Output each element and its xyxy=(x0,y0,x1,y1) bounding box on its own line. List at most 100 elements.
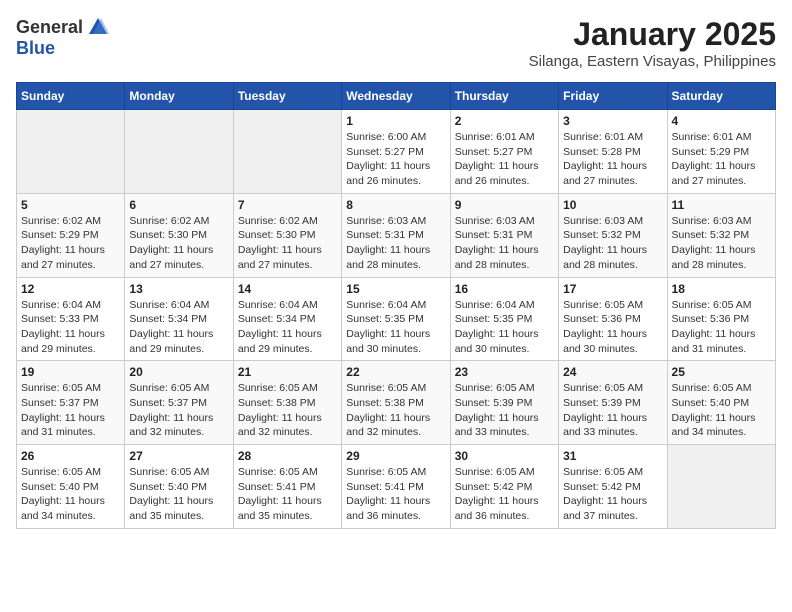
day-number: 8 xyxy=(346,198,445,212)
day-info: Sunrise: 6:04 AMSunset: 5:34 PMDaylight:… xyxy=(238,298,337,357)
weekday-header: Saturday xyxy=(667,83,775,110)
calendar-cell: 21 Sunrise: 6:05 AMSunset: 5:38 PMDayligh… xyxy=(233,361,341,445)
day-info: Sunrise: 6:01 AMSunset: 5:28 PMDaylight:… xyxy=(563,130,662,189)
calendar-cell: 1Sunrise: 6:00 AMSunset: 5:27 PMDaylight… xyxy=(342,110,450,194)
page-header: General Blue January 2025 Silanga, Easte… xyxy=(16,16,776,70)
day-info: Sunrise: 6:05 AMSunset: 5:41 PMDaylight:… xyxy=(238,465,337,524)
day-number: 16 xyxy=(455,282,554,296)
calendar-week-row: 19 Sunrise: 6:05 AMSunset: 5:37 PMDayligh… xyxy=(17,361,776,445)
day-number: 19 xyxy=(21,365,120,379)
day-info: Sunrise: 6:05 AMSunset: 5:37 PMDaylight:… xyxy=(21,381,120,440)
day-number: 2 xyxy=(455,114,554,128)
day-number: 17 xyxy=(563,282,662,296)
day-number: 30 xyxy=(455,449,554,463)
day-number: 18 xyxy=(672,282,771,296)
day-number: 11 xyxy=(672,198,771,212)
day-number: 4 xyxy=(672,114,771,128)
calendar-week-row: 5Sunrise: 6:02 AMSunset: 5:29 PMDaylight… xyxy=(17,193,776,277)
day-number: 31 xyxy=(563,449,662,463)
calendar-week-row: 1Sunrise: 6:00 AMSunset: 5:27 PMDaylight… xyxy=(17,110,776,194)
calendar-week-row: 26 Sunrise: 6:05 AMSunset: 5:40 PMDayligh… xyxy=(17,445,776,529)
day-number: 6 xyxy=(129,198,228,212)
day-number: 21 xyxy=(238,365,337,379)
calendar-cell: 8 Sunrise: 6:03 AMSunset: 5:31 PMDaylight… xyxy=(342,193,450,277)
day-info: Sunrise: 6:04 AMSunset: 5:34 PMDaylight:… xyxy=(129,298,228,357)
calendar-cell: 23Sunrise: 6:05 AMSunset: 5:39 PMDayligh… xyxy=(450,361,558,445)
day-number: 22 xyxy=(346,365,445,379)
calendar-cell xyxy=(17,110,125,194)
calendar-cell: 28 Sunrise: 6:05 AMSunset: 5:41 PMDayligh… xyxy=(233,445,341,529)
month-title: January 2025 xyxy=(529,16,776,53)
day-number: 7 xyxy=(238,198,337,212)
weekday-header: Tuesday xyxy=(233,83,341,110)
day-info: Sunrise: 6:01 AMSunset: 5:27 PMDaylight:… xyxy=(455,130,554,189)
calendar-cell: 20Sunrise: 6:05 AMSunset: 5:37 PMDayligh… xyxy=(125,361,233,445)
day-number: 12 xyxy=(21,282,120,296)
day-number: 3 xyxy=(563,114,662,128)
day-info: Sunrise: 6:05 AMSunset: 5:36 PMDaylight:… xyxy=(563,298,662,357)
calendar-cell: 14 Sunrise: 6:04 AMSunset: 5:34 PMDayligh… xyxy=(233,277,341,361)
calendar-cell xyxy=(233,110,341,194)
day-info: Sunrise: 6:04 AMSunset: 5:33 PMDaylight:… xyxy=(21,298,120,357)
day-info: Sunrise: 6:05 AMSunset: 5:42 PMDaylight:… xyxy=(455,465,554,524)
day-number: 26 xyxy=(21,449,120,463)
day-number: 13 xyxy=(129,282,228,296)
day-info: Sunrise: 6:00 AMSunset: 5:27 PMDaylight:… xyxy=(346,130,445,189)
weekday-header: Sunday xyxy=(17,83,125,110)
day-info: Sunrise: 6:05 AMSunset: 5:38 PMDaylight:… xyxy=(346,381,445,440)
calendar-cell: 7 Sunrise: 6:02 AMSunset: 5:30 PMDaylight… xyxy=(233,193,341,277)
calendar-week-row: 12 Sunrise: 6:04 AMSunset: 5:33 PMDayligh… xyxy=(17,277,776,361)
day-number: 29 xyxy=(346,449,445,463)
day-info: Sunrise: 6:02 AMSunset: 5:30 PMDaylight:… xyxy=(129,214,228,273)
day-info: Sunrise: 6:05 AMSunset: 5:40 PMDaylight:… xyxy=(129,465,228,524)
calendar-cell: 4 Sunrise: 6:01 AMSunset: 5:29 PMDaylight… xyxy=(667,110,775,194)
logo-icon xyxy=(87,16,109,38)
day-info: Sunrise: 6:05 AMSunset: 5:38 PMDaylight:… xyxy=(238,381,337,440)
weekday-header: Thursday xyxy=(450,83,558,110)
calendar-cell: 9 Sunrise: 6:03 AMSunset: 5:31 PMDaylight… xyxy=(450,193,558,277)
location-title: Silanga, Eastern Visayas, Philippines xyxy=(529,53,776,70)
day-info: Sunrise: 6:04 AMSunset: 5:35 PMDaylight:… xyxy=(346,298,445,357)
day-info: Sunrise: 6:05 AMSunset: 5:36 PMDaylight:… xyxy=(672,298,771,357)
calendar-cell: 17 Sunrise: 6:05 AMSunset: 5:36 PMDayligh… xyxy=(559,277,667,361)
day-number: 15 xyxy=(346,282,445,296)
title-section: January 2025 Silanga, Eastern Visayas, P… xyxy=(529,16,776,70)
day-info: Sunrise: 6:02 AMSunset: 5:30 PMDaylight:… xyxy=(238,214,337,273)
calendar-cell: 10 Sunrise: 6:03 AMSunset: 5:32 PMDayligh… xyxy=(559,193,667,277)
day-number: 24 xyxy=(563,365,662,379)
day-info: Sunrise: 6:05 AMSunset: 5:39 PMDaylight:… xyxy=(563,381,662,440)
day-number: 14 xyxy=(238,282,337,296)
day-info: Sunrise: 6:03 AMSunset: 5:31 PMDaylight:… xyxy=(455,214,554,273)
day-info: Sunrise: 6:03 AMSunset: 5:32 PMDaylight:… xyxy=(563,214,662,273)
day-number: 10 xyxy=(563,198,662,212)
day-info: Sunrise: 6:01 AMSunset: 5:29 PMDaylight:… xyxy=(672,130,771,189)
day-info: Sunrise: 6:05 AMSunset: 5:41 PMDaylight:… xyxy=(346,465,445,524)
calendar-cell: 11Sunrise: 6:03 AMSunset: 5:32 PMDayligh… xyxy=(667,193,775,277)
day-info: Sunrise: 6:05 AMSunset: 5:42 PMDaylight:… xyxy=(563,465,662,524)
calendar-cell: 12 Sunrise: 6:04 AMSunset: 5:33 PMDayligh… xyxy=(17,277,125,361)
day-info: Sunrise: 6:05 AMSunset: 5:40 PMDaylight:… xyxy=(672,381,771,440)
logo-general-text: General xyxy=(16,17,83,38)
logo: General Blue xyxy=(16,16,109,59)
calendar-cell: 30 Sunrise: 6:05 AMSunset: 5:42 PMDayligh… xyxy=(450,445,558,529)
calendar-cell: 29 Sunrise: 6:05 AMSunset: 5:41 PMDayligh… xyxy=(342,445,450,529)
calendar-cell xyxy=(667,445,775,529)
day-number: 9 xyxy=(455,198,554,212)
calendar-cell: 22 Sunrise: 6:05 AMSunset: 5:38 PMDayligh… xyxy=(342,361,450,445)
logo-blue-text: Blue xyxy=(16,38,55,59)
day-number: 27 xyxy=(129,449,228,463)
day-info: Sunrise: 6:03 AMSunset: 5:31 PMDaylight:… xyxy=(346,214,445,273)
calendar-cell: 6 Sunrise: 6:02 AMSunset: 5:30 PMDaylight… xyxy=(125,193,233,277)
day-number: 28 xyxy=(238,449,337,463)
calendar-cell: 26Sunrise: 6:05 AMSunset: 5:40 PMDayligh… xyxy=(17,445,125,529)
calendar-cell: 19 Sunrise: 6:05 AMSunset: 5:37 PMDayligh… xyxy=(17,361,125,445)
calendar-cell: 13 Sunrise: 6:04 AMSunset: 5:34 PMDayligh… xyxy=(125,277,233,361)
calendar-cell: 5Sunrise: 6:02 AMSunset: 5:29 PMDaylight… xyxy=(17,193,125,277)
calendar-cell: 31 Sunrise: 6:05 AMSunset: 5:42 PMDayligh… xyxy=(559,445,667,529)
day-number: 5 xyxy=(21,198,120,212)
calendar-table: SundayMondayTuesdayWednesdayThursdayFrid… xyxy=(16,82,776,529)
calendar-cell: 18 Sunrise: 6:05 AMSunset: 5:36 PMDayligh… xyxy=(667,277,775,361)
calendar-cell: 3 Sunrise: 6:01 AMSunset: 5:28 PMDaylight… xyxy=(559,110,667,194)
calendar-cell xyxy=(125,110,233,194)
calendar-header-row: SundayMondayTuesdayWednesdayThursdayFrid… xyxy=(17,83,776,110)
